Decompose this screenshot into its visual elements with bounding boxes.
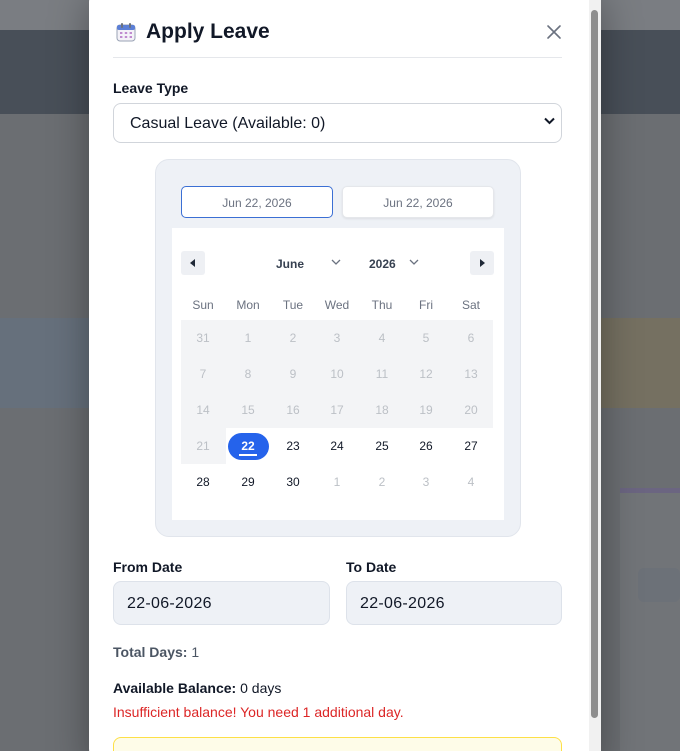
available-balance: Available Balance: 0 days [113, 680, 281, 696]
calendar-day: 31 [196, 331, 210, 345]
calendar-day: 12 [419, 367, 433, 381]
calendar-day: 7 [199, 367, 207, 381]
modal-title: Apply Leave [146, 20, 270, 43]
close-icon[interactable] [544, 22, 564, 42]
calendar-day: 5 [422, 331, 430, 345]
weekday-header: Thu [371, 298, 393, 312]
calendar-day-next-month[interactable]: 2 [360, 464, 404, 500]
calendar-day[interactable]: 30 [271, 464, 315, 500]
calendar-day: 16 [286, 403, 300, 417]
weekday-header: Sun [192, 298, 214, 312]
calendar-day[interactable]: 27 [449, 428, 493, 464]
caret-left-icon [190, 259, 195, 267]
weekday-header: Wed [324, 298, 350, 312]
weekday-header: Sat [461, 298, 480, 312]
calendar-day-next-month[interactable]: 4 [449, 464, 493, 500]
weekday-header: Tue [282, 298, 304, 312]
today-underline [239, 454, 257, 456]
available-balance-label: Available Balance: [113, 680, 237, 696]
total-days-value: 1 [191, 644, 200, 660]
to-date-field[interactable]: 22-06-2026 [346, 581, 562, 625]
calendar-day[interactable]: 26 [404, 428, 448, 464]
calendar-day: 4 [378, 331, 386, 345]
chevron-down-icon [544, 117, 555, 125]
calendar-day: 19 [419, 403, 433, 417]
leave-type-label: Leave Type [113, 80, 189, 96]
background-button [638, 568, 680, 602]
calendar-day: 21 [196, 439, 210, 453]
background-card-accent [600, 318, 680, 408]
to-date-label: To Date [346, 559, 397, 575]
next-month-button[interactable] [470, 251, 494, 275]
insufficient-balance-error: Insufficient balance! You need 1 additio… [113, 704, 404, 720]
chevron-down-icon [409, 259, 419, 265]
calendar-day[interactable]: 25 [360, 428, 404, 464]
calendar-day: 6 [467, 331, 475, 345]
from-date-field[interactable]: 22-06-2026 [113, 581, 330, 625]
calendar-day: 11 [375, 367, 389, 381]
modal-scrollbar-thumb[interactable] [591, 10, 598, 718]
previous-month-button[interactable] [181, 251, 205, 275]
calendar-icon [116, 23, 136, 42]
calendar-day: 17 [330, 403, 344, 417]
year-select[interactable]: 2026 [369, 257, 396, 271]
calendar-day: 9 [289, 367, 297, 381]
calendar-day: 2 [289, 331, 297, 345]
calendar-day: 8 [244, 367, 252, 381]
calendar-day: 1 [244, 331, 252, 345]
available-balance-value: 0 days [240, 680, 282, 696]
range-start-input[interactable]: Jun 22, 2026 [181, 186, 333, 218]
calendar-day-next-month[interactable]: 3 [404, 464, 448, 500]
calendar-day: 3 [333, 331, 341, 345]
calendar-day[interactable]: 24 [315, 428, 359, 464]
total-days-label: Total Days: [113, 644, 188, 660]
calendar-day: 15 [241, 403, 255, 417]
background-side-panel [620, 488, 680, 751]
range-end-input[interactable]: Jun 22, 2026 [342, 186, 494, 218]
month-select[interactable]: June [276, 257, 304, 271]
calendar-day: 10 [330, 367, 344, 381]
calendar-day-next-month[interactable]: 1 [315, 464, 359, 500]
calendar-day: 14 [196, 403, 210, 417]
calendar-day: 18 [375, 403, 389, 417]
weekday-header: Mon [236, 298, 260, 312]
chevron-down-icon [331, 259, 341, 265]
caret-right-icon [480, 259, 485, 267]
calendar-day[interactable]: 23 [271, 428, 315, 464]
calendar-day[interactable]: 29 [226, 464, 270, 500]
from-date-label: From Date [113, 559, 183, 575]
calendar-day: 13 [464, 367, 478, 381]
calendar-day: 20 [464, 403, 478, 417]
leave-type-select[interactable]: Casual Leave (Available: 0) [113, 103, 562, 143]
calendar-day-selected[interactable]: 22 [226, 428, 270, 464]
total-days: Total Days: 1 [113, 644, 199, 660]
warning-notice [113, 737, 562, 751]
weekday-header: Fri [419, 298, 433, 312]
calendar-day[interactable]: 28 [181, 464, 225, 500]
